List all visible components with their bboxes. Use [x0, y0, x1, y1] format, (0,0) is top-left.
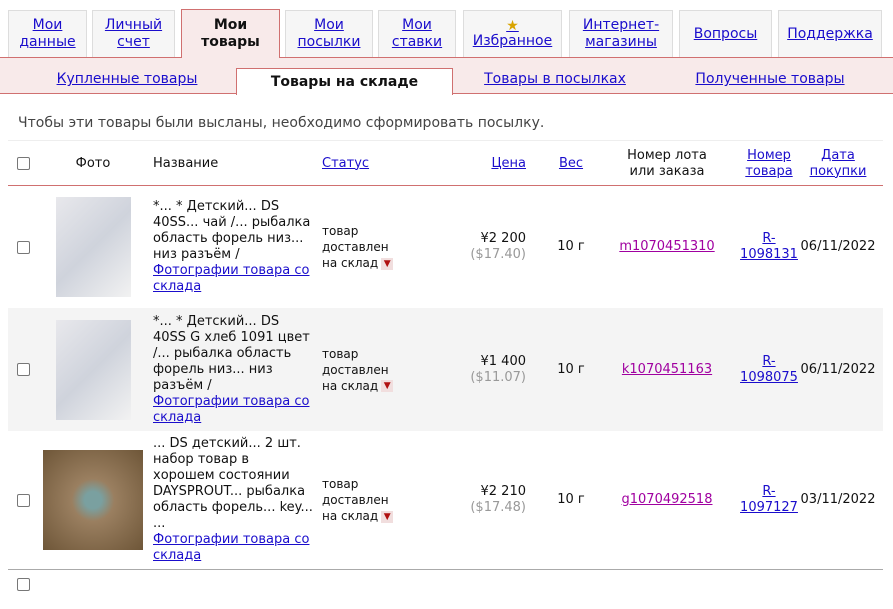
purchase-date: 03/11/2022 — [800, 492, 876, 507]
lot-link[interactable]: k1070451163 — [622, 362, 712, 378]
tab-favorites[interactable]: ★ Избранное — [463, 10, 562, 57]
subtab-received[interactable]: Полученные товары — [670, 64, 870, 94]
tab-label: посылки — [297, 34, 361, 50]
tab-label: Мои — [32, 17, 63, 33]
lot-link[interactable]: g1070492518 — [622, 492, 713, 508]
item-number-link[interactable]: R- 1098075 — [740, 354, 798, 386]
table-row: *... * Детский... DS 40SS G хлеб 1091 цв… — [8, 308, 883, 431]
tab-label: Мои — [402, 17, 432, 33]
status-text: товар — [322, 346, 359, 361]
price-yen: ¥2 200 — [480, 231, 527, 246]
purchase-date: 06/11/2022 — [800, 239, 876, 254]
weight: 10 г — [557, 361, 585, 377]
photo-link[interactable]: Фотографии товара со склада — [153, 532, 309, 563]
chevron-down-icon[interactable]: ▼ — [381, 380, 394, 392]
tab-label: магазины — [585, 34, 657, 50]
tab-label: Вопросы — [693, 25, 758, 42]
product-photo[interactable] — [43, 450, 143, 550]
item-number-link[interactable]: R- 1097127 — [740, 484, 798, 516]
status-text: товар — [322, 224, 359, 238]
tab-parcels[interactable]: Мои посылки — [285, 10, 373, 57]
subtab-warehouse[interactable]: Товары на складе — [236, 68, 453, 95]
chevron-down-icon[interactable]: ▼ — [381, 510, 394, 523]
tab-support[interactable]: Поддержка — [778, 10, 882, 57]
col-photo: Фото — [75, 155, 111, 171]
product-photo[interactable] — [55, 319, 131, 420]
photo-link[interactable]: Фотографии товара со склада — [153, 394, 309, 425]
purchase-date: 06/11/2022 — [800, 361, 876, 377]
price-usd: ($17.48) — [470, 500, 526, 515]
weight: 10 г — [557, 492, 585, 507]
col-name: Название — [153, 155, 219, 171]
col-weight[interactable]: Вес — [548, 141, 594, 186]
tab-label: счет — [117, 34, 150, 50]
tab-label: Личный — [104, 17, 163, 33]
subtab-bought[interactable]: Купленные товары — [30, 64, 224, 94]
col-price[interactable]: Цена — [448, 141, 526, 186]
status-text: на склад — [322, 509, 379, 523]
tab-bids[interactable]: Мои ставки — [378, 10, 456, 57]
col-status[interactable]: Статус — [322, 141, 369, 186]
tab-questions[interactable]: Вопросы — [679, 10, 772, 57]
row-checkbox[interactable] — [17, 363, 30, 376]
status-text: на склад — [322, 256, 379, 270]
table-row: *... * Детский... DS 40SS... чай /... ры… — [8, 186, 883, 308]
tab-online-stores[interactable]: Интернет-магазины — [569, 10, 673, 57]
footer-select-checkbox[interactable] — [17, 578, 30, 591]
col-lot: или заказа — [629, 163, 705, 179]
status-text: доставлен — [322, 493, 389, 507]
price-yen: ¥1 400 — [480, 353, 527, 369]
chevron-down-icon[interactable]: ▼ — [381, 257, 394, 270]
photo-link[interactable]: Фотографии товара со склада — [153, 263, 309, 294]
tab-label: Интернет- — [582, 17, 660, 33]
col-label: Дата — [821, 147, 855, 163]
product-name: *... * Детский... DS 40SS... чай /... ры… — [153, 199, 311, 262]
row-checkbox[interactable] — [17, 240, 30, 254]
row-checkbox[interactable] — [17, 493, 30, 507]
product-name: *... * Детский... DS 40SS G хлеб 1091 цв… — [153, 313, 310, 393]
tab-label: ставки — [391, 34, 443, 50]
col-lot: Номер лота — [627, 147, 707, 163]
select-all-checkbox[interactable] — [17, 157, 30, 170]
lot-link[interactable]: m1070451310 — [619, 239, 714, 255]
price-yen: ¥2 210 — [480, 484, 527, 499]
star-icon: ★ — [506, 17, 519, 34]
subtab-in-parcels[interactable]: Товары в посылках — [460, 64, 650, 94]
tab-my-goods[interactable]: Мои товары — [181, 9, 280, 58]
tab-label: Мои — [314, 17, 344, 33]
weight: 10 г — [557, 239, 585, 254]
info-note: Чтобы эти товары были высланы, необходим… — [18, 115, 545, 131]
item-number-link[interactable]: R- 1098131 — [740, 231, 798, 263]
status-text: товар — [322, 477, 359, 491]
table-row: ... DS детский... 2 шт. набор товар в хо… — [8, 431, 883, 569]
product-name: ... DS детский... 2 шт. набор товар в хо… — [153, 436, 313, 531]
tab-label: товары — [201, 34, 260, 50]
price-usd: ($11.07) — [470, 369, 526, 385]
table-footer-divider — [8, 569, 883, 570]
col-label: покупки — [809, 163, 867, 179]
price-usd: ($17.40) — [470, 247, 526, 262]
product-photo[interactable] — [55, 197, 131, 297]
col-label: Номер — [747, 147, 791, 163]
tab-label: Мои — [213, 17, 248, 33]
status-text: доставлен — [322, 362, 389, 377]
status-text: на склад — [322, 378, 379, 393]
tab-label: Поддержка — [787, 25, 873, 42]
table-header: Фото Название Статус Цена Вес Номер лота… — [8, 140, 883, 186]
tab-label: Избранное — [472, 32, 553, 49]
tab-label: данные — [19, 34, 76, 50]
col-label: товара — [745, 163, 793, 179]
tab-account[interactable]: Личный счет — [92, 10, 175, 57]
status-text: доставлен — [322, 240, 389, 254]
tab-my-data[interactable]: Мои данные — [8, 10, 87, 57]
col-date[interactable]: Дата покупки — [798, 141, 878, 186]
